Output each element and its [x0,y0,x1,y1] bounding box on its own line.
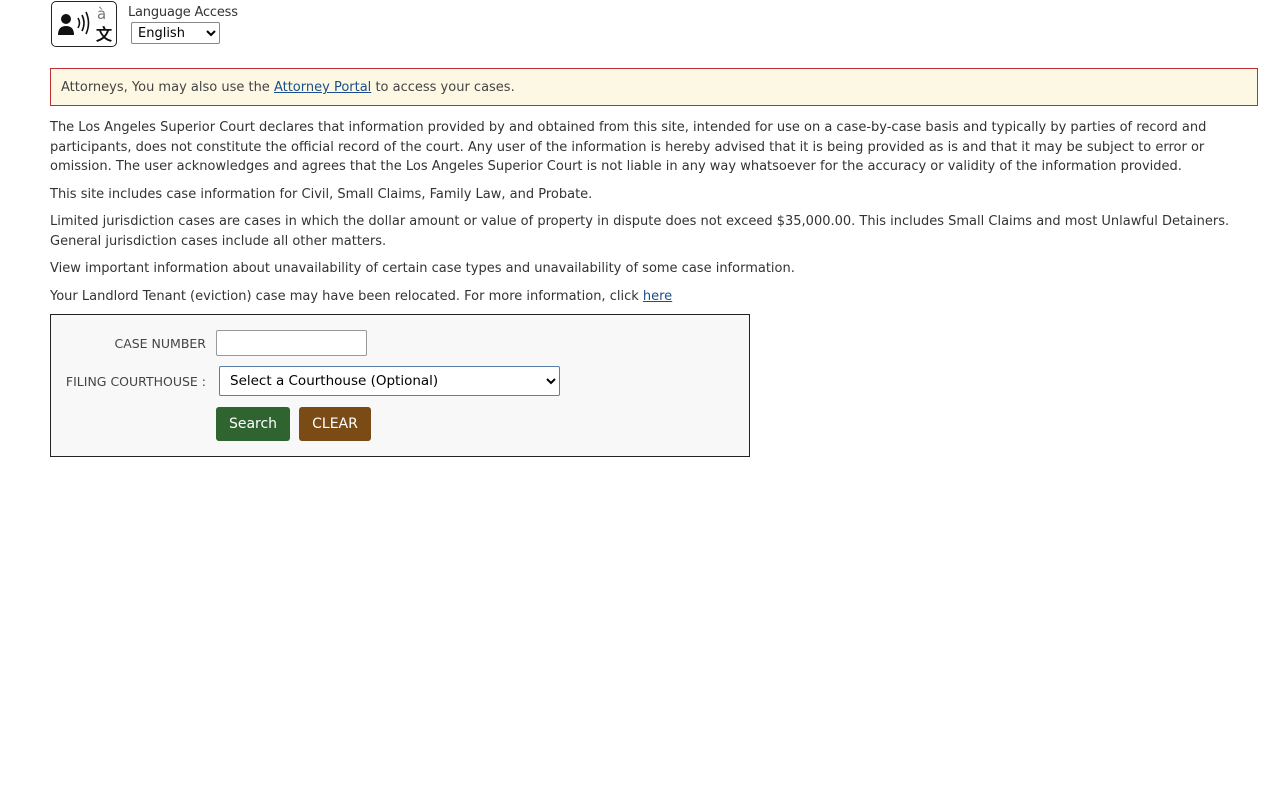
eviction-here-link[interactable]: here [643,289,672,304]
notice-suffix: to access your cases. [375,80,515,95]
eviction-text: Your Landlord Tenant (eviction) case may… [50,288,639,304]
case-number-label: CASE NUMBER [114,336,206,351]
unavailability-paragraph: View important information about unavail… [50,261,795,276]
language-select[interactable]: English [131,22,220,44]
attorney-portal-link[interactable]: Attorney Portal [274,80,371,95]
filing-courthouse-label: FILING COURTHOUSE : [65,374,206,389]
case-number-input[interactable] [216,330,367,356]
attorney-notice-banner: Attorneys, You may also use the Attorney… [50,68,1258,106]
svg-text:文: 文 [96,25,113,44]
search-button[interactable]: Search [216,407,290,441]
case-types-paragraph: This site includes case information for … [50,186,593,202]
info-content: The Los Angeles Superior Court declares … [50,118,1265,314]
case-search-form: CASE NUMBER FILING COURTHOUSE : Select a… [50,314,750,457]
disclaimer-paragraph: The Los Angeles Superior Court declares … [50,120,1207,174]
notice-prefix: Attorneys, You may also use the [61,80,270,95]
courthouse-select[interactable]: Select a Courthouse (Optional) [219,366,560,396]
jurisdiction-paragraph: Limited jurisdiction cases are cases in … [50,214,1230,249]
page: à 文 Language Access English Attorneys, Y… [0,0,1280,800]
clear-button[interactable]: CLEAR [299,407,371,441]
translate-speech-icon: à 文 [51,1,117,47]
language-access-title: Language Access [128,5,238,20]
svg-text:à: à [97,5,106,23]
eviction-paragraph: Your Landlord Tenant (eviction) case may… [50,287,1265,307]
